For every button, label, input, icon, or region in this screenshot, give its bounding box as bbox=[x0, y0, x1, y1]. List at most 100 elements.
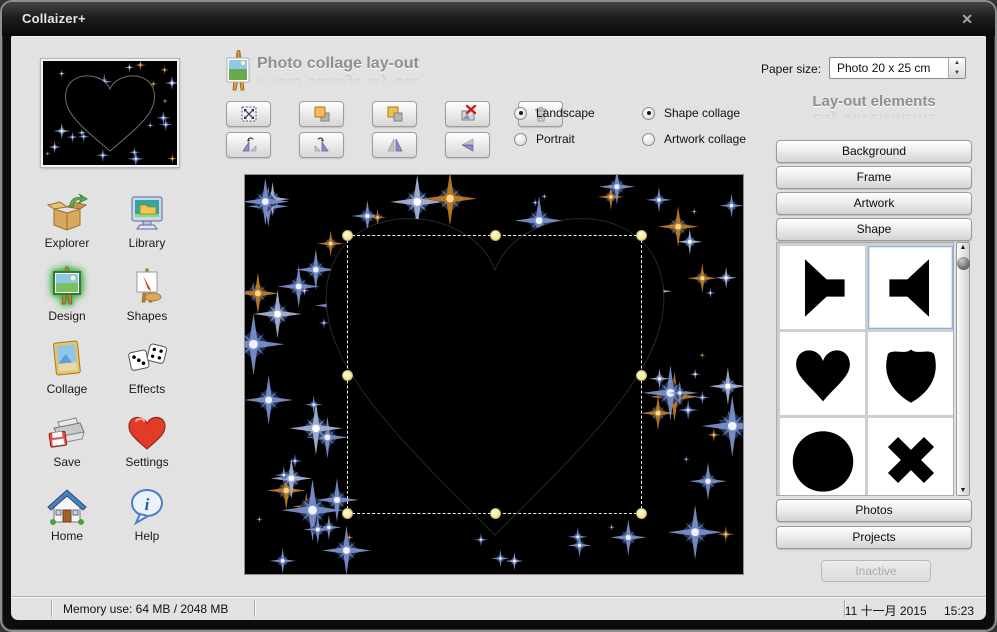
selection-handle-s[interactable] bbox=[490, 508, 501, 519]
cross-shape-icon bbox=[875, 424, 947, 496]
selection-handle-n[interactable] bbox=[490, 230, 501, 241]
selection-handle-e[interactable] bbox=[636, 370, 647, 381]
radio-portrait[interactable]: Portrait bbox=[514, 132, 575, 146]
send-backward-button[interactable] bbox=[372, 101, 417, 127]
selection-handle-w[interactable] bbox=[342, 370, 353, 381]
status-time: 15:23 bbox=[944, 604, 974, 618]
house-icon bbox=[46, 486, 88, 526]
info-bubble-icon: i bbox=[126, 486, 168, 526]
computer-folder-icon bbox=[126, 193, 168, 233]
radio-dot bbox=[514, 133, 527, 146]
selection-handle-ne[interactable] bbox=[636, 230, 647, 241]
speaker-left-icon bbox=[875, 252, 947, 324]
rotate-left-button[interactable] bbox=[226, 132, 271, 158]
sidebar-item-effects[interactable]: Effects bbox=[107, 339, 187, 396]
spinner-up-icon[interactable]: ▲ bbox=[949, 58, 965, 68]
flip-vertical-icon bbox=[458, 135, 478, 155]
client-area: Explorer Library bbox=[11, 36, 986, 620]
shape-option-speaker-left[interactable] bbox=[868, 246, 953, 329]
circle-shape-icon bbox=[787, 424, 859, 496]
open-box-icon bbox=[46, 193, 88, 233]
sidebar-item-label: Save bbox=[27, 455, 107, 469]
flip-horizontal-icon bbox=[385, 135, 405, 155]
paper-size-label: Paper size: bbox=[761, 62, 821, 76]
radio-dot bbox=[642, 107, 655, 120]
bring-forward-button[interactable] bbox=[299, 101, 344, 127]
shape-option-circle[interactable] bbox=[780, 418, 865, 496]
sidebar-item-collage[interactable]: Collage bbox=[27, 339, 107, 396]
frame-button[interactable]: Frame bbox=[776, 166, 972, 189]
status-bar: Memory use: 64 MB / 2048 MB 11 十一月 2015 … bbox=[11, 596, 986, 620]
shape-option-heart[interactable] bbox=[780, 332, 865, 415]
scroll-down-icon[interactable]: ▼ bbox=[957, 487, 969, 494]
status-date: 11 十一月 2015 bbox=[845, 604, 927, 618]
dice-icon bbox=[126, 339, 168, 379]
flip-vertical-button[interactable] bbox=[445, 132, 490, 158]
artwork-button[interactable]: Artwork bbox=[776, 192, 972, 215]
selection-handle-se[interactable] bbox=[636, 508, 647, 519]
memory-usage: Memory use: 64 MB / 2048 MB bbox=[63, 602, 228, 616]
sidebar-item-label: Library bbox=[107, 236, 187, 250]
sidebar-item-help[interactable]: i Help bbox=[107, 486, 187, 543]
sidebar-item-settings[interactable]: Settings bbox=[107, 412, 187, 469]
select-all-icon bbox=[239, 104, 259, 124]
collage-canvas[interactable] bbox=[244, 174, 744, 575]
spinner-down-icon[interactable]: ▼ bbox=[949, 68, 965, 78]
sidebar-item-label: Effects bbox=[107, 382, 187, 396]
send-backward-icon bbox=[385, 104, 405, 124]
status-separator bbox=[254, 600, 256, 617]
sidebar-item-label: Design bbox=[27, 309, 107, 323]
radio-shape-collage[interactable]: Shape collage bbox=[642, 106, 740, 120]
shape-option-speaker-right[interactable] bbox=[780, 246, 865, 329]
radio-dot bbox=[514, 107, 527, 120]
sidebar-item-save[interactable]: Save bbox=[27, 412, 107, 469]
select-collage-button[interactable] bbox=[226, 101, 271, 127]
heart-icon bbox=[126, 412, 168, 452]
status-separator bbox=[51, 600, 53, 617]
bring-forward-icon bbox=[312, 104, 332, 124]
printer-disk-icon bbox=[46, 412, 88, 452]
shape-list-scrollbar[interactable]: ▲ ▼ bbox=[956, 242, 970, 496]
close-icon[interactable]: ✕ bbox=[955, 9, 979, 30]
shape-option-cross[interactable] bbox=[868, 418, 953, 496]
title-bar[interactable]: Collaizer+ ✕ bbox=[2, 2, 995, 36]
photos-button[interactable]: Photos bbox=[776, 499, 972, 522]
svg-text:i: i bbox=[145, 495, 150, 514]
rotate-right-button[interactable] bbox=[299, 132, 344, 158]
radio-artwork-collage[interactable]: Artwork collage bbox=[642, 132, 746, 146]
sidebar-item-design[interactable]: Design bbox=[27, 266, 107, 323]
delete-image-button[interactable] bbox=[445, 101, 490, 127]
layout-elements-title: Lay-out elements Lay-out elements bbox=[776, 94, 972, 126]
shape-button[interactable]: Shape bbox=[776, 218, 972, 241]
paper-size-value: Photo 20 x 25 cm bbox=[830, 61, 948, 75]
sidebar-item-label: Shapes bbox=[107, 309, 187, 323]
shape-selection-rect[interactable] bbox=[347, 235, 642, 514]
projects-button[interactable]: Projects bbox=[776, 526, 972, 549]
sidebar-item-label: Help bbox=[107, 529, 187, 543]
page-title: Photo collage lay-out Photo collage lay-… bbox=[257, 56, 419, 90]
radio-landscape[interactable]: Landscape bbox=[514, 106, 595, 120]
sidebar-item-explorer[interactable]: Explorer bbox=[27, 193, 107, 250]
selection-handle-sw[interactable] bbox=[342, 508, 353, 519]
background-button[interactable]: Background bbox=[776, 140, 972, 163]
radio-dot bbox=[642, 133, 655, 146]
scrollbar-thumb[interactable] bbox=[957, 257, 970, 270]
sidebar-item-label: Settings bbox=[107, 455, 187, 469]
rotate-right-icon bbox=[312, 135, 332, 155]
paper-size-spinner[interactable]: ▲ ▼ bbox=[948, 58, 965, 78]
shield-shape-icon bbox=[875, 338, 947, 410]
selection-handle-nw[interactable] bbox=[342, 230, 353, 241]
date-time: 11 十一月 2015 15:23 bbox=[845, 602, 974, 619]
sidebar-item-library[interactable]: Library bbox=[107, 193, 187, 250]
window-title: Collaizer+ bbox=[22, 11, 86, 26]
scroll-up-icon[interactable]: ▲ bbox=[957, 244, 969, 251]
shape-option-shield[interactable] bbox=[868, 332, 953, 415]
sidebar-item-shapes[interactable]: Shapes bbox=[107, 266, 187, 323]
rotate-left-icon bbox=[239, 135, 259, 155]
flip-horizontal-button[interactable] bbox=[372, 132, 417, 158]
paper-size-select[interactable]: Photo 20 x 25 cm ▲ ▼ bbox=[829, 57, 966, 79]
inactive-button: Inactive bbox=[821, 560, 931, 582]
app-window: Collaizer+ ✕ Explorer bbox=[0, 0, 997, 632]
collage-preview-thumbnail[interactable] bbox=[41, 59, 179, 167]
sidebar-item-home[interactable]: Home bbox=[27, 486, 107, 543]
